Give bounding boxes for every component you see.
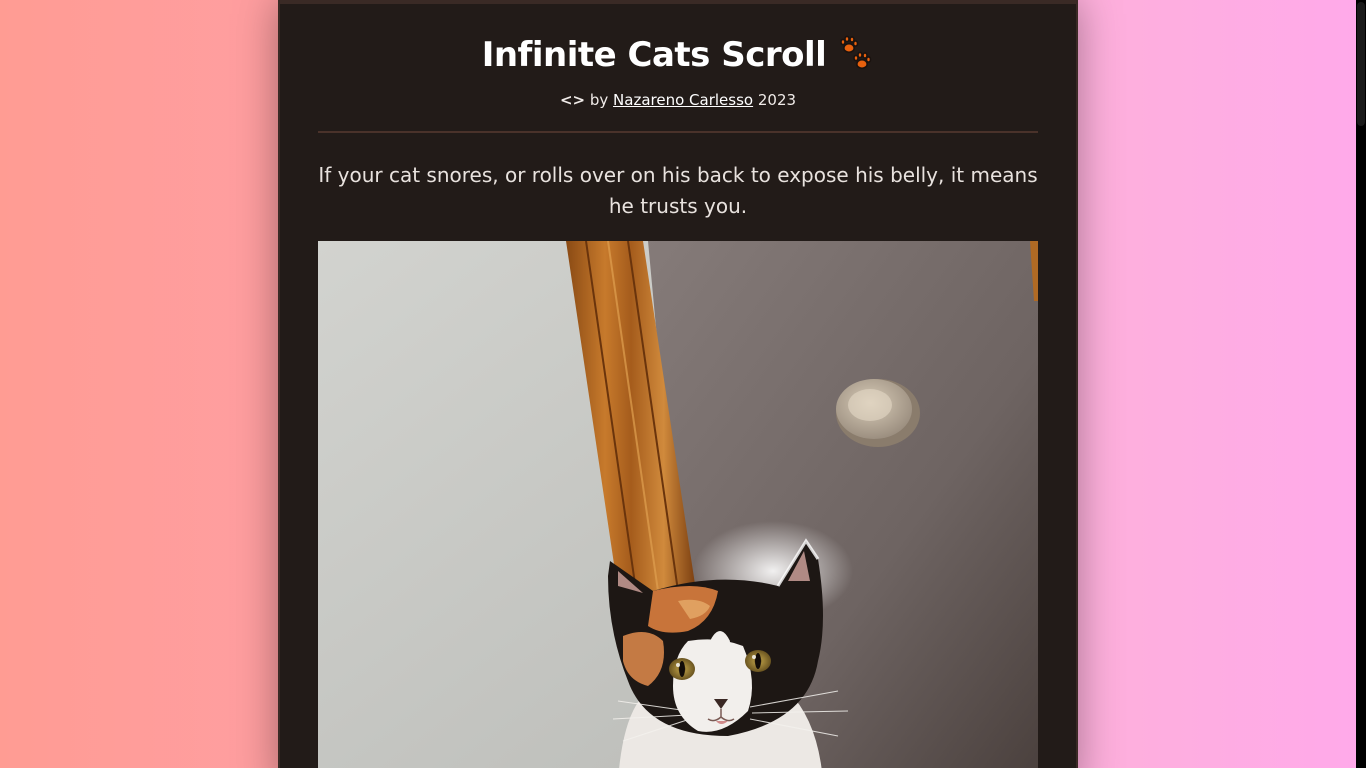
paw-prints-icon [836, 34, 874, 72]
scrollbar-thumb[interactable] [1357, 2, 1365, 126]
divider [318, 131, 1038, 133]
by-text: by [589, 91, 609, 109]
content-card: Infinite Cats Scroll <> by Nazareno Carl… [278, 0, 1078, 768]
code-symbol: <> [559, 91, 586, 109]
page-title-text: Infinite Cats Scroll [481, 35, 827, 75]
author-link[interactable]: Nazareno Carlesso [613, 91, 753, 109]
page-title: Infinite Cats Scroll [280, 34, 1076, 75]
year-text: 2023 [757, 91, 797, 109]
byline: <> by Nazareno Carlesso 2023 [280, 91, 1076, 109]
cat-fact-text: If your cat snores, or rolls over on his… [318, 163, 1038, 218]
calico-kitten-photo [318, 241, 1038, 768]
page-scrollbar[interactable] [1356, 0, 1366, 768]
